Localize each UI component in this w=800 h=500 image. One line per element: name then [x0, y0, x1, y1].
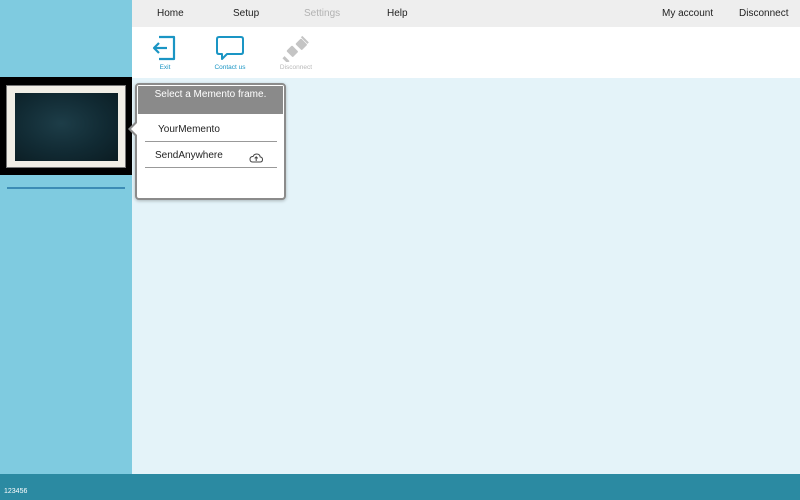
nav-setup[interactable]: Setup	[233, 0, 259, 27]
disconnect-label: Disconnect	[279, 64, 313, 71]
popup-title: Select a Memento frame.	[138, 86, 283, 114]
footer-bar: 123456	[0, 474, 800, 500]
frame-select-popup: Select a Memento frame. YourMemento Send…	[128, 83, 286, 200]
contact-us-button[interactable]: Contact us	[200, 34, 260, 78]
contact-us-label: Contact us	[214, 64, 246, 71]
nav-my-account[interactable]: My account	[662, 0, 713, 27]
selected-frame-strip	[0, 77, 132, 175]
popup-pointer-inner	[131, 122, 138, 136]
unplug-icon	[266, 34, 326, 62]
disconnect-button: Disconnect	[266, 34, 326, 78]
nav-home[interactable]: Home	[157, 0, 184, 27]
frame-thumbnail[interactable]	[6, 85, 126, 168]
exit-label: Exit	[159, 64, 171, 71]
frame-screen	[15, 93, 118, 161]
cloud-upload-icon	[249, 150, 264, 168]
sidebar-divider	[7, 187, 125, 189]
device-id: 123456	[4, 488, 28, 495]
nav-disconnect[interactable]: Disconnect	[739, 0, 788, 27]
nav-help[interactable]: Help	[387, 0, 408, 27]
toolbar: Exit Contact us Disconnect	[132, 27, 800, 78]
frame-option-sendanywhere[interactable]: SendAnywhere	[145, 142, 277, 168]
sidebar	[0, 0, 132, 474]
exit-button[interactable]: Exit	[135, 34, 195, 78]
frame-option-label: SendAnywhere	[155, 150, 223, 161]
speech-bubble-icon	[200, 34, 260, 62]
exit-icon	[135, 34, 195, 62]
top-navigation: Home Setup Settings Help My account Disc…	[132, 0, 800, 27]
frame-option-yourmemento[interactable]: YourMemento	[145, 116, 277, 142]
nav-settings: Settings	[304, 8, 341, 19]
frame-option-label: YourMemento	[158, 124, 220, 135]
